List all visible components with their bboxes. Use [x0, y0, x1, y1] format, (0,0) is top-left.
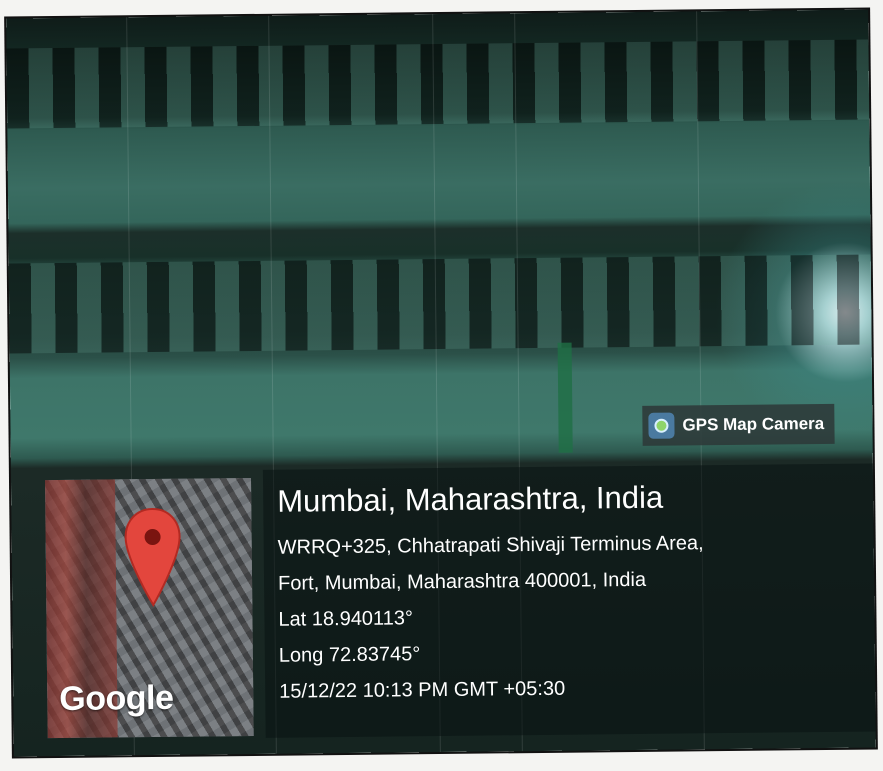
lower-louvers	[8, 254, 872, 354]
timestamp: 15/12/22 10:13 PM GMT +05:30	[279, 677, 566, 703]
google-logo: Google	[59, 678, 174, 719]
upper-louvers	[6, 39, 870, 129]
city-title: Mumbai, Maharashtra, India	[277, 479, 664, 519]
gps-map-camera-icon	[648, 412, 675, 439]
gps-map-camera-badge: GPS Map Camera	[642, 403, 835, 446]
location-info-panel: Mumbai, Maharashtra, India WRRQ+325, Chh…	[262, 463, 876, 738]
map-pin-icon	[124, 508, 181, 608]
night-building-photo: GPS Map Camera Google Mumbai, Maharashtr…	[6, 9, 876, 757]
longitude: Long 72.83745°	[278, 643, 421, 667]
map-thumbnail: Google	[44, 477, 254, 739]
green-pole	[557, 342, 573, 453]
address-line-2: Fort, Mumbai, Maharashtra 400001, India	[277, 568, 647, 595]
address-line-1: WRRQ+325, Chhatrapati Shivaji Terminus A…	[277, 532, 704, 559]
badge-label: GPS Map Camera	[682, 413, 825, 435]
latitude: Lat 18.940113°	[278, 607, 413, 631]
